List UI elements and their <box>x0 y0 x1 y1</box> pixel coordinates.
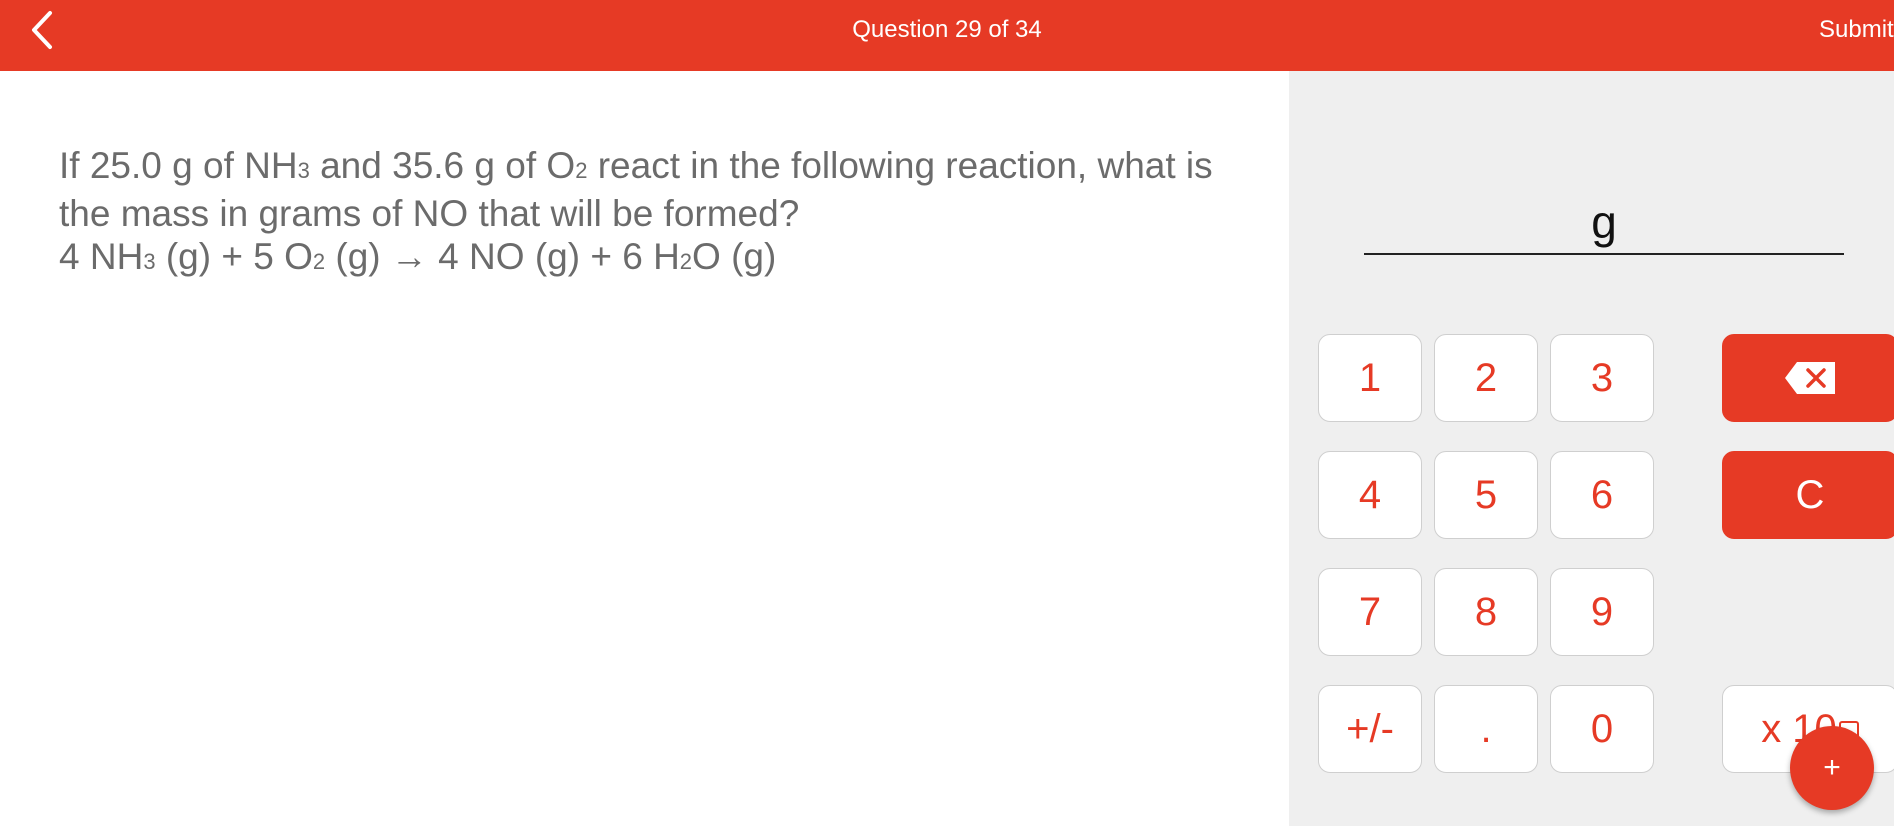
key-0[interactable]: 0 <box>1550 685 1654 773</box>
clear-button[interactable]: C <box>1722 451 1894 539</box>
key-9[interactable]: 9 <box>1550 568 1654 656</box>
equation-part: 4 NH <box>59 236 144 277</box>
backspace-icon <box>1785 362 1835 394</box>
key-8[interactable]: 8 <box>1434 568 1538 656</box>
question-text: If 25.0 g of NH3 and 35.6 g of O2 react … <box>59 144 1289 283</box>
page-title: Question 29 of 34 <box>852 16 1042 43</box>
question-text-part: If 25.0 g of NH <box>59 145 298 186</box>
answer-input-line[interactable] <box>1364 253 1844 255</box>
key-2[interactable]: 2 <box>1434 334 1538 422</box>
subscript: 3 <box>297 158 310 183</box>
equation-part: (g) + 5 O <box>155 236 313 277</box>
plus-fab-button[interactable]: + <box>1790 726 1874 810</box>
question-text-part: and 35.6 g of O <box>309 145 576 186</box>
plus-minus-button[interactable]: +/- <box>1318 685 1422 773</box>
key-7[interactable]: 7 <box>1318 568 1422 656</box>
subscript: 2 <box>575 158 588 183</box>
question-line-1: If 25.0 g of NH3 and 35.6 g of O2 react … <box>59 144 1289 192</box>
reaction-equation: 4 NH3 (g) + 5 O2 (g) → 4 NO (g) + 6 H2O … <box>59 235 1289 283</box>
key-3[interactable]: 3 <box>1550 334 1654 422</box>
subscript: 2 <box>679 249 693 274</box>
key-4[interactable]: 4 <box>1318 451 1422 539</box>
key-1[interactable]: 1 <box>1318 334 1422 422</box>
decimal-point-button[interactable]: . <box>1434 685 1538 773</box>
equation-part: O (g) <box>692 236 777 277</box>
top-bar: Question 29 of 34 Submit <box>0 0 1894 71</box>
equation-part: (g) → 4 NO (g) + 6 H <box>325 236 680 277</box>
submit-button[interactable]: Submit <box>1819 14 1894 46</box>
question-text-part: react in the following reaction, what is <box>587 145 1213 186</box>
subscript: 3 <box>143 249 156 274</box>
subscript: 2 <box>312 249 326 274</box>
backspace-button[interactable] <box>1722 334 1894 422</box>
question-line-2: the mass in grams of NO that will be for… <box>59 193 800 234</box>
answer-unit: g <box>1591 196 1617 248</box>
key-5[interactable]: 5 <box>1434 451 1538 539</box>
key-6[interactable]: 6 <box>1550 451 1654 539</box>
